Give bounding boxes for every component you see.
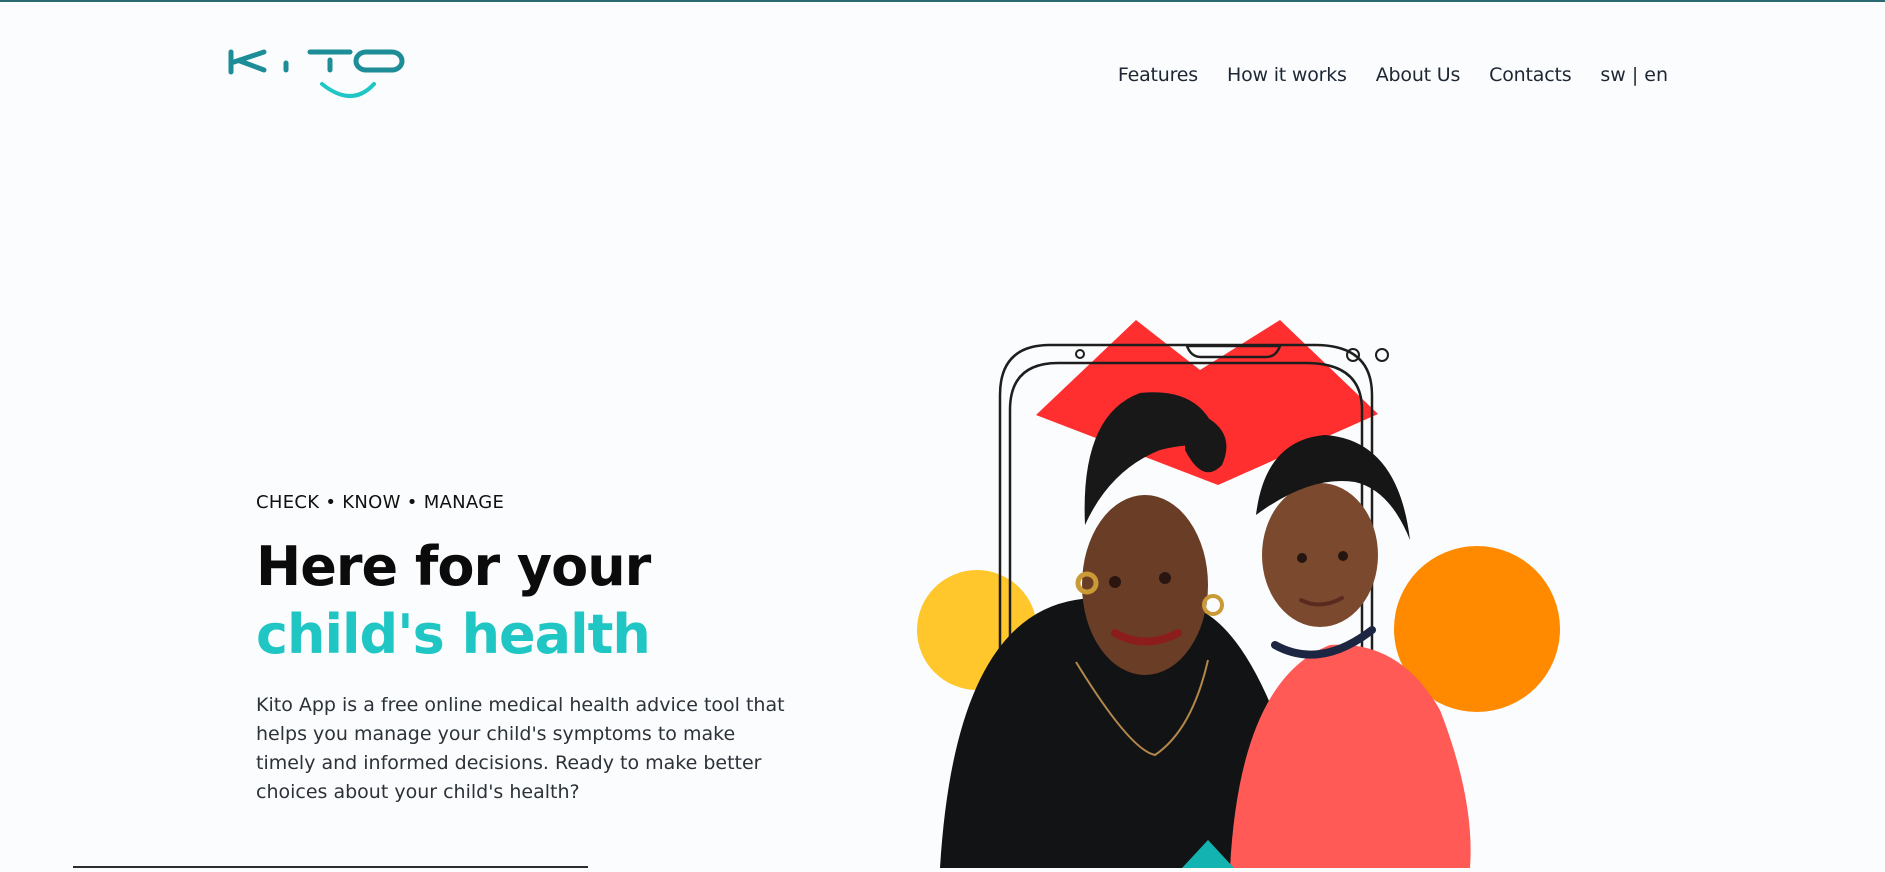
headline-line-1: Here for your xyxy=(256,535,651,598)
hero-intro: Kito App is a free online medical health… xyxy=(256,694,785,803)
nav-about-us[interactable]: About Us xyxy=(1376,64,1461,86)
lang-sw[interactable]: sw xyxy=(1600,64,1625,86)
hero-tagline: CHECK • KNOW • MANAGE xyxy=(256,492,505,513)
phone-camera xyxy=(1075,349,1085,359)
nav-contacts[interactable]: Contacts xyxy=(1489,64,1571,86)
hero-illustration xyxy=(900,300,1600,872)
nav-how-it-works[interactable]: How it works xyxy=(1227,64,1347,86)
kito-logo-mark xyxy=(228,49,405,98)
language-switcher: sw | en xyxy=(1600,64,1668,86)
kito-logo[interactable] xyxy=(226,46,406,102)
nav-features[interactable]: Features xyxy=(1118,64,1198,86)
phone-sensor-2 xyxy=(1375,348,1389,362)
headline-line-2: child's health xyxy=(256,603,651,666)
main-nav: Features How it works About Us Contacts … xyxy=(1118,64,1668,86)
hero-artwork xyxy=(917,320,1560,872)
smile-mark xyxy=(320,82,376,98)
lang-en[interactable]: en xyxy=(1644,64,1668,86)
hero-section: CHECK • KNOW • MANAGE Here for your chil… xyxy=(256,492,816,807)
top-accent-line xyxy=(0,0,1885,2)
lang-separator: | xyxy=(1631,64,1639,86)
hero-headline: Here for your child's health xyxy=(256,533,816,669)
